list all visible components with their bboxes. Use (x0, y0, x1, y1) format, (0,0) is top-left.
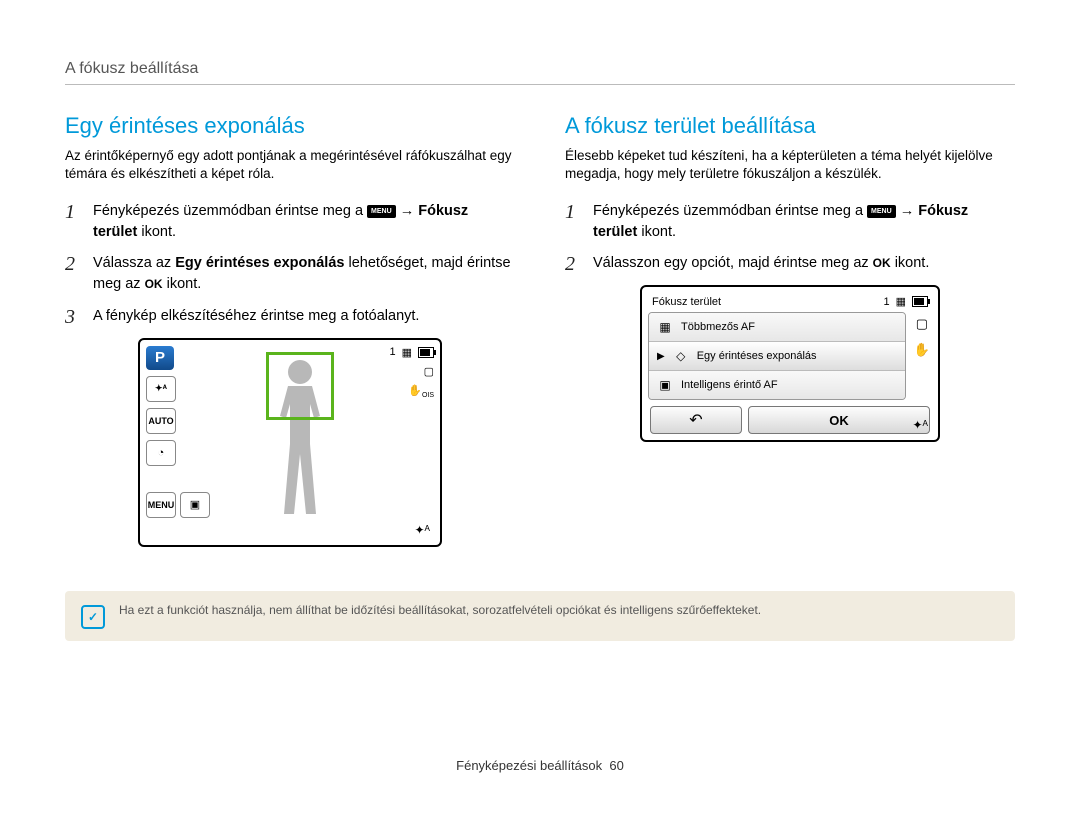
left-intro: Az érintőképernyő egy adott pontjának a … (65, 147, 515, 183)
step-number: 1 (565, 201, 581, 243)
ok-icon: OK (873, 255, 891, 272)
breadcrumb: A fókusz beállítása (65, 60, 1015, 85)
ok-button[interactable]: OK (748, 406, 930, 434)
step-number: 1 (65, 201, 81, 243)
smart-touch-af-icon: ▣ (657, 378, 673, 392)
focus-mode-indicator: ✦ᴬ (415, 523, 431, 537)
mode-p-icon: P (146, 346, 174, 370)
af-area-indicator-icon: ▢ (424, 365, 434, 378)
left-section-title: Egy érintéses exponálás (65, 113, 515, 139)
counter: 1 (389, 346, 395, 358)
panel-title: Fókusz terület (652, 296, 721, 308)
timer-icon: ◔ (146, 440, 176, 466)
ois-icon: ✋ (914, 342, 930, 358)
right-step-2: 2 Válasszon egy opciót, majd érintse meg… (565, 253, 1015, 275)
focus-mode-indicator: ✦ᴬ (913, 418, 929, 432)
af-area-indicator-icon: ▢ (916, 316, 928, 332)
menu-button-icon: MENU (146, 492, 176, 518)
menu-icon: MENU (867, 205, 896, 218)
flash-auto-icon: ✦ᴬ (146, 376, 176, 402)
step-number: 2 (565, 253, 581, 275)
battery-icon (418, 347, 434, 358)
sd-icon: ▦ (896, 295, 906, 308)
multi-af-icon: ▦ (657, 320, 673, 334)
focus-area-panel: Fókusz terület 1 ▦ ▦ Többmezős AF (640, 285, 940, 442)
sd-icon: ▦ (402, 346, 412, 359)
info-icon: ✓ (81, 605, 105, 629)
note-text: Ha ezt a funkciót használja, nem állítha… (119, 603, 761, 617)
list-item[interactable]: ▶ ◇ Egy érintéses exponálás (649, 342, 905, 371)
focus-area-list: ▦ Többmezős AF ▶ ◇ Egy érintéses exponál… (648, 312, 906, 400)
one-touch-icon: ◇ (673, 349, 689, 363)
list-item[interactable]: ▣ Intelligens érintő AF (649, 371, 905, 399)
ok-icon: OK (145, 276, 163, 293)
left-step-1: 1 Fényképezés üzemmódban érintse meg a M… (65, 201, 515, 243)
page-footer: Fényképezési beállítások 60 (0, 758, 1080, 773)
chevron-right-icon: ▶ (657, 351, 665, 362)
right-step-1: 1 Fényképezés üzemmódban érintse meg a M… (565, 201, 1015, 243)
battery-icon (912, 296, 928, 307)
focus-rectangle (266, 352, 334, 420)
camera-preview: P ✦ᴬ AUTO ◔ MENU ▣ 1 ▦ ▢ (138, 338, 442, 547)
menu-icon: MENU (367, 205, 396, 218)
left-step-3: 3 A fénykép elkészítéséhez érintse meg a… (65, 306, 515, 328)
back-arrow-icon: ↶ (689, 410, 702, 430)
left-step-2: 2 Válassza az Egy érintéses exponálás le… (65, 253, 515, 295)
right-section-title: A fókusz terület beállítása (565, 113, 1015, 139)
step-number: 3 (65, 306, 81, 328)
auto-icon: AUTO (146, 408, 176, 434)
note-box: ✓ Ha ezt a funkciót használja, nem állít… (65, 591, 1015, 641)
ois-icon: ✋OIS (408, 384, 434, 399)
display-icon: ▣ (180, 492, 210, 518)
counter: 1 (883, 296, 889, 308)
back-button[interactable]: ↶ (650, 406, 742, 434)
step-number: 2 (65, 253, 81, 295)
list-item[interactable]: ▦ Többmezős AF (649, 313, 905, 342)
right-intro: Élesebb képeket tud készíteni, ha a képt… (565, 147, 1015, 183)
